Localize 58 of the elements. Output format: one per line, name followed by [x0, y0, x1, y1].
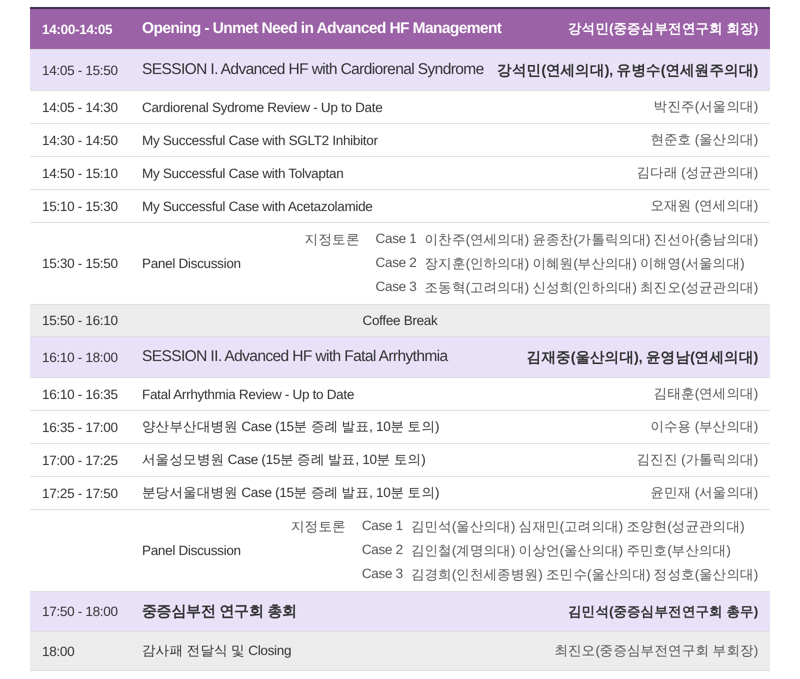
time-text: 15:30 - 15:50	[42, 256, 118, 271]
title-text: 중증심부전 연구회 총회	[142, 602, 297, 621]
panelist-names: 김민석(울산의대) 심재민(고려의대) 조양현(성균관의대)	[410, 518, 746, 536]
panelist-names: 김인철(계명의대) 이상언(울산의대) 주민호(부산의대)	[410, 542, 732, 560]
title-text: My Successful Case with Acetazolamide	[142, 198, 373, 214]
time-text: 17:50 - 18:00	[42, 604, 119, 619]
title-text: Cardiorenal Sydrome Review - Up to Date	[142, 100, 382, 114]
title-text: 양산부산대병원 Case (15분 증례 발표, 10분 토의)	[142, 418, 440, 436]
speaker-text: 오재원 (연세의대)	[650, 197, 758, 215]
speaker-text: 김민석(중증심부전연구회 총무)	[568, 602, 758, 620]
time-text: 16:10 - 16:35	[42, 386, 119, 402]
speaker-text: 최진오(중증심부전연구회 부회장)	[554, 642, 758, 660]
case-label: Case 3	[376, 278, 417, 296]
title-text: Panel Discussion	[142, 256, 241, 271]
time-text: 15:50 - 16:10	[42, 313, 119, 328]
title-text: Fatal Arrhythmia Review - Up to Date	[142, 386, 354, 402]
title-text: SESSION I. Advanced HF with Cardiorenal Syndrome	[142, 61, 484, 79]
time-text: 15:10 - 15:30	[42, 198, 119, 214]
time-text: 14:05 - 14:30	[42, 100, 119, 114]
case-label: Case 1	[362, 518, 403, 534]
time-text: 16:10 - 18:00	[42, 350, 119, 364]
title-text: Coffee Break	[362, 313, 439, 328]
time-text: 14:05 - 15:50	[42, 62, 119, 78]
case-label: Case 2	[362, 542, 403, 558]
speaker-text: 현준호 (울산의대)	[650, 131, 758, 149]
time-text: 16:35 - 17:00	[42, 420, 119, 434]
case-label: Case 2	[376, 254, 417, 272]
speaker-text: 강석민(중증심부전연구회 회장)	[568, 20, 758, 38]
title-text: 감사패 전달식 및 Closing	[142, 642, 292, 660]
panelist-names: 조동혁(고려의대) 신성희(인하의대) 최진오(성균관의대)	[424, 278, 758, 296]
time-text: 14:50 - 15:10	[42, 166, 119, 180]
speaker-text: 김태훈(연세의대)	[654, 385, 758, 403]
time-text: 17:25 - 17:50	[42, 486, 119, 500]
panelist-names: 이찬주(연세의대) 윤종찬(가톨릭의대) 진선아(충남의대)	[424, 230, 758, 248]
panel-label: 지정토론	[304, 230, 360, 248]
speaker-text: 윤민재 (서울의대)	[650, 484, 758, 502]
panelist-names: 장지훈(인하의대) 이혜원(부산의대) 이해영(서울의대)	[424, 254, 746, 272]
panel-label: 지정토론	[291, 518, 346, 536]
speaker-text: 박진주(서울의대)	[654, 98, 758, 116]
title-text: Opening - Unmet Need in Advanced HF Management	[142, 20, 502, 38]
speaker-text: 김다래 (성균관의대)	[636, 164, 758, 182]
title-text: SESSION II. Advanced HF with Fatal Arrhythmia	[142, 348, 448, 366]
time-text: 14:00-14:05	[42, 22, 114, 36]
title-text: 서울성모병원 Case (15분 증례 발표, 10분 토의)	[142, 451, 426, 469]
title-text: My Successful Case with SGLT2 Inhibitor	[142, 132, 378, 148]
time-text: 14:30 - 14:50	[42, 132, 119, 148]
speaker-text: 이수용 (부산의대)	[650, 418, 758, 436]
case-label: Case 3	[362, 566, 403, 582]
speaker-text: 김재중(울산의대), 윤영남(연세의대)	[526, 348, 758, 366]
title-text: 분당서울대병원 Case (15분 증례 발표, 10분 토의)	[142, 484, 440, 502]
panelist-names: 김경희(인천세종병원) 조민수(울산의대) 정성호(울산의대)	[410, 566, 758, 584]
time-text: 18:00	[42, 644, 76, 658]
speaker-text: 김진진 (가톨릭의대)	[636, 451, 758, 469]
time-text: 17:00 - 17:25	[42, 452, 119, 468]
title-text: Panel Discussion	[142, 543, 241, 558]
case-label: Case 1	[376, 230, 417, 248]
speaker-text: 강석민(연세의대), 유병수(연세원주의대)	[497, 62, 758, 80]
title-text: My Successful Case with Tolvaptan	[142, 166, 344, 180]
